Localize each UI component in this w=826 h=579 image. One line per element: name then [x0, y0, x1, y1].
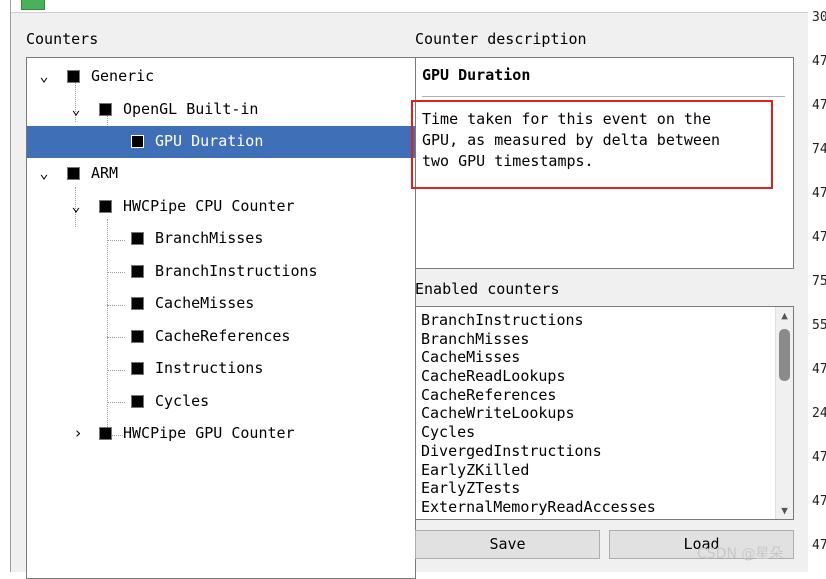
background-text-fragment: 30 — [812, 10, 826, 25]
background-text-fragment: 47 — [812, 230, 826, 245]
checkbox-checked-icon[interactable] — [67, 167, 80, 180]
tree-item-cache-references[interactable]: CacheReferences — [27, 321, 415, 353]
chevron-down-icon[interactable]: ⌄ — [35, 164, 53, 182]
scroll-up-icon[interactable]: ▲ — [776, 309, 793, 322]
counter-description-label: Counter description — [415, 30, 587, 48]
scrollbar-thumb[interactable] — [779, 329, 790, 381]
enabled-counter-item[interactable]: CacheReadLookups — [421, 367, 656, 386]
checkbox-checked-icon[interactable] — [131, 362, 144, 375]
tree-item-label: CacheReferences — [155, 327, 291, 345]
title-bar — [11, 0, 809, 13]
vertical-scrollbar[interactable]: ▲ ▼ — [775, 307, 793, 519]
checkbox-checked-icon[interactable] — [99, 427, 112, 440]
background-text-fragment: 47 — [812, 362, 826, 377]
checkbox-checked-icon[interactable] — [67, 70, 80, 83]
tree-item-gpu-duration[interactable]: GPU Duration — [27, 126, 415, 158]
checkbox-checked-icon[interactable] — [131, 265, 144, 278]
enabled-counter-item[interactable]: DivergedInstructions — [421, 442, 656, 461]
tree-item-label: HWCPipe GPU Counter — [123, 424, 295, 442]
background-text-fragment: 47 — [812, 54, 826, 69]
checkbox-checked-icon[interactable] — [99, 103, 112, 116]
enabled-counter-item[interactable]: BranchInstructions — [421, 311, 656, 330]
tree-item-label: OpenGL Built-in — [123, 100, 259, 118]
tree-item-label: Instructions — [155, 359, 264, 377]
enabled-counter-item[interactable]: ExternalMemoryReadAccesses — [421, 498, 656, 517]
tree-item-branch-misses[interactable]: BranchMisses — [27, 223, 415, 255]
background-window-strip: 30 47 47 74 47 47 75 55 47 24 47 47 47 — [808, 0, 826, 572]
enabled-counter-item[interactable]: CacheWriteLookups — [421, 404, 656, 423]
checkbox-checked-icon[interactable] — [131, 395, 144, 408]
enabled-counter-item[interactable]: BranchMisses — [421, 330, 656, 349]
background-text-fragment: 47 — [812, 98, 826, 113]
enabled-counters-label: Enabled counters — [415, 280, 560, 298]
chevron-down-icon[interactable]: ⌄ — [67, 100, 85, 118]
checkbox-checked-icon[interactable] — [131, 232, 144, 245]
tree-item-label: BranchMisses — [155, 229, 264, 247]
chevron-down-icon[interactable]: ⌄ — [35, 67, 53, 85]
watermark: CSDN @星朵 — [697, 546, 784, 562]
tree-item-label: CacheMisses — [155, 294, 255, 312]
chevron-right-icon[interactable]: › — [69, 424, 87, 442]
background-text-fragment: 55 — [812, 318, 826, 333]
tree-item-instructions[interactable]: Instructions — [27, 353, 415, 385]
checkbox-checked-icon[interactable] — [131, 297, 144, 310]
background-text-fragment: 47 — [812, 538, 826, 553]
background-text-fragment: 47 — [812, 186, 826, 201]
enabled-counter-item[interactable]: EarlyZTests — [421, 479, 656, 498]
tree-item-label: Cycles — [155, 392, 210, 410]
tree-item-label: Generic — [91, 67, 155, 85]
checkbox-checked-icon[interactable] — [131, 135, 144, 148]
checkbox-checked-icon[interactable] — [131, 330, 144, 343]
background-text-fragment: 47 — [812, 494, 826, 509]
tree-item-branch-instructions[interactable]: BranchInstructions — [27, 256, 415, 288]
enabled-counters-list[interactable]: BranchInstructions BranchMisses CacheMisse… — [415, 306, 794, 520]
app-icon — [21, 0, 45, 10]
enabled-counter-item[interactable]: CacheReferences — [421, 386, 656, 405]
enabled-counter-item[interactable]: EarlyZKilled — [421, 461, 656, 480]
tree-item-label: HWCPipe CPU Counter — [123, 197, 295, 215]
background-text-fragment: 47 — [812, 450, 826, 465]
tree-item-label: GPU Duration — [155, 132, 264, 150]
checkbox-checked-icon[interactable] — [99, 200, 112, 213]
tree-item-hwcpipe-cpu-counter[interactable]: ⌄ HWCPipe CPU Counter — [27, 191, 415, 223]
tree-item-label: ARM — [91, 164, 119, 182]
description-title: GPU Duration — [422, 66, 531, 84]
save-button[interactable]: Save — [415, 530, 600, 559]
scroll-down-icon[interactable]: ▼ — [776, 504, 793, 517]
enabled-counters-items: BranchInstructions BranchMisses CacheMisse… — [421, 311, 656, 517]
counters-tree[interactable]: ⌄ Generic ⌄ OpenGL Built-in GPU Duration… — [26, 57, 416, 579]
red-highlight-box — [411, 100, 773, 189]
tree-item-cache-misses[interactable]: CacheMisses — [27, 288, 415, 320]
enabled-counter-item[interactable]: CacheMisses — [421, 348, 656, 367]
enabled-counter-item[interactable]: Cycles — [421, 423, 656, 442]
chevron-down-icon[interactable]: ⌄ — [67, 197, 85, 215]
tree-item-cycles[interactable]: Cycles — [27, 386, 415, 418]
background-text-fragment: 75 — [812, 274, 826, 289]
tree-item-opengl-built-in[interactable]: ⌄ OpenGL Built-in — [27, 94, 415, 126]
counter-selection-dialog: Counters Counter description ⌄ Generic ⌄… — [10, 0, 809, 579]
tree-item-label: BranchInstructions — [155, 262, 318, 280]
description-divider — [422, 96, 785, 97]
background-text-fragment: 24 — [812, 406, 826, 421]
tree-item-generic[interactable]: ⌄ Generic — [27, 61, 415, 93]
tree-item-arm[interactable]: ⌄ ARM — [27, 158, 415, 190]
background-text-fragment: 74 — [812, 142, 826, 157]
counters-label: Counters — [26, 30, 99, 48]
tree-item-hwcpipe-gpu-counter[interactable]: › HWCPipe GPU Counter — [27, 418, 415, 450]
